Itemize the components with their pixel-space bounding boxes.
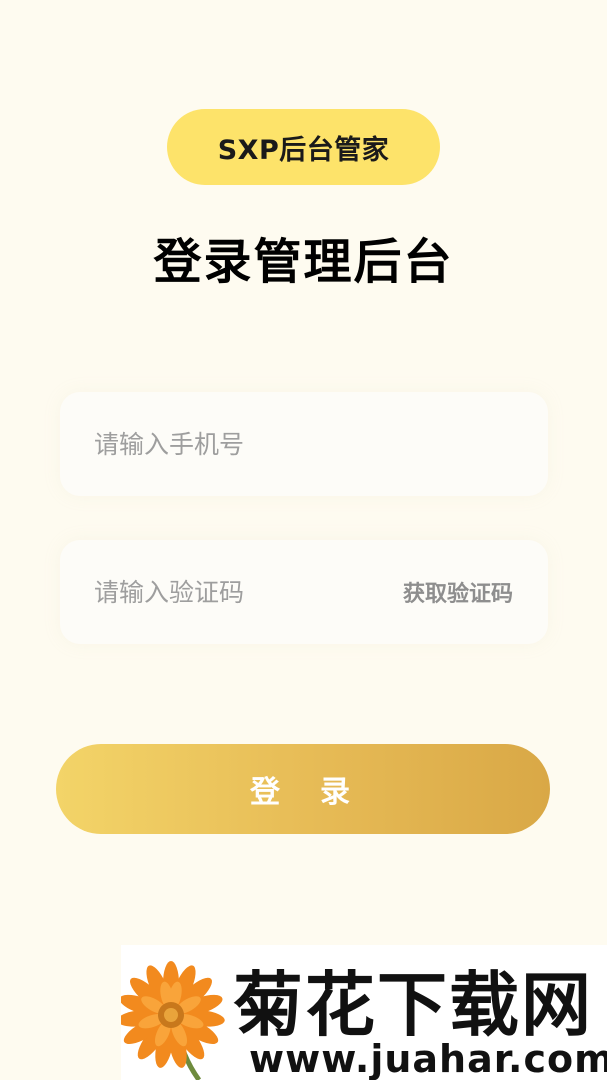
watermark-url: www.juahar.com [249, 1037, 607, 1080]
phone-field[interactable] [60, 392, 548, 496]
page-title: 登录管理后台 [153, 234, 454, 290]
verification-code-input[interactable] [60, 540, 370, 644]
watermark: 菊花下载网 www.juahar.com [121, 945, 607, 1080]
phone-input[interactable] [60, 392, 548, 496]
get-code-button[interactable]: 获取验证码 [403, 540, 513, 644]
flower-icon [121, 961, 225, 1080]
app-badge: SXP后台管家 [167, 109, 440, 185]
login-button[interactable]: 登录 [56, 744, 550, 834]
watermark-title: 菊花下载网 [233, 964, 593, 1046]
verification-code-field[interactable]: 获取验证码 [60, 540, 548, 644]
